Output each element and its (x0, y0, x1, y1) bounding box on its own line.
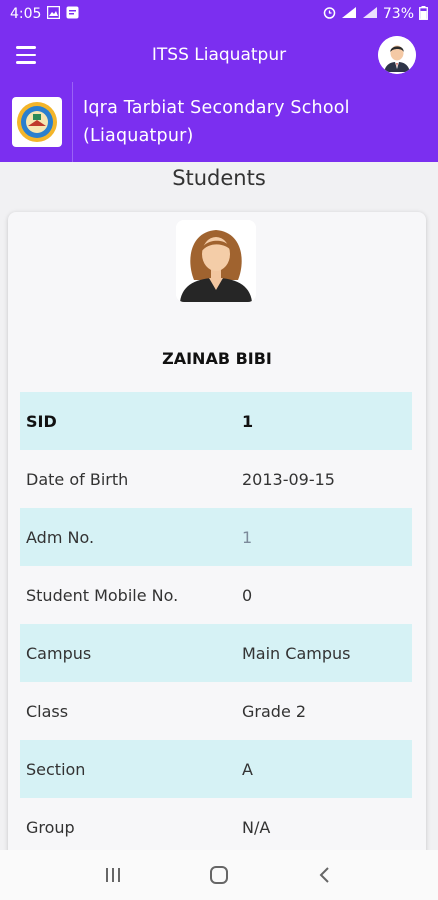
signal-icon (341, 6, 357, 22)
alarm-icon (323, 6, 336, 22)
school-logo-icon (12, 97, 62, 147)
user-avatar-icon[interactable] (378, 36, 416, 74)
info-value: Main Campus (242, 643, 351, 663)
school-name-line1: Iqra Tarbiat Secondary School (83, 98, 350, 118)
info-row-campus: Campus Main Campus (20, 624, 412, 682)
school-name: Iqra Tarbiat Secondary School (Liaquatpu… (83, 94, 350, 150)
signal-icon-2 (362, 6, 378, 22)
recents-icon[interactable] (93, 855, 133, 895)
info-value: 1 (242, 527, 253, 547)
info-value: Grade 2 (242, 701, 307, 721)
school-header: Iqra Tarbiat Secondary School (Liaquatpu… (0, 82, 438, 162)
info-row-mobile: Student Mobile No. 0 (20, 566, 412, 624)
status-bar: 4:05 73% (0, 0, 438, 28)
info-label: Adm No. (26, 527, 95, 547)
info-row-section: Section A (20, 740, 412, 798)
info-value: 0 (242, 585, 253, 605)
app-title: ITSS Liaquatpur (151, 45, 287, 65)
info-label: Student Mobile No. (26, 585, 179, 605)
student-name: ZAINAB BIBI (162, 349, 272, 368)
info-row-group: Group N/A (20, 798, 412, 856)
info-value: 2013-09-15 (242, 469, 335, 489)
info-value: 1 (242, 411, 254, 431)
info-label: Date of Birth (26, 469, 129, 489)
student-photo-icon (176, 220, 256, 302)
message-notification-icon (66, 6, 79, 22)
back-icon[interactable] (305, 855, 345, 895)
battery-icon (419, 5, 428, 23)
info-label: Section (26, 759, 86, 779)
info-row-sid: SID 1 (20, 392, 412, 450)
info-value: N/A (242, 817, 271, 837)
info-label: Group (26, 817, 75, 837)
student-card: ZAINAB BIBI SID 1 Date of Birth 2013-09-… (8, 212, 426, 862)
gallery-notification-icon (47, 5, 61, 22)
info-row-adm-no: Adm No. 1 (20, 508, 412, 566)
battery-percent: 73% (382, 6, 414, 22)
info-label: Campus (26, 643, 92, 663)
info-row-dob: Date of Birth 2013-09-15 (20, 450, 412, 508)
system-nav-bar (0, 850, 438, 900)
info-value: A (242, 759, 253, 779)
school-name-line2: (Liaquatpur) (83, 126, 194, 146)
page-title: Students (172, 166, 266, 190)
student-info-table: SID 1 Date of Birth 2013-09-15 Adm No. 1… (20, 392, 412, 856)
info-label: Class (26, 701, 69, 721)
home-icon[interactable] (199, 855, 239, 895)
info-label: SID (26, 411, 57, 431)
school-divider (72, 82, 73, 162)
app-bar: ITSS Liaquatpur (0, 28, 438, 82)
info-row-class: Class Grade 2 (20, 682, 412, 740)
status-time: 4:05 (10, 6, 42, 22)
